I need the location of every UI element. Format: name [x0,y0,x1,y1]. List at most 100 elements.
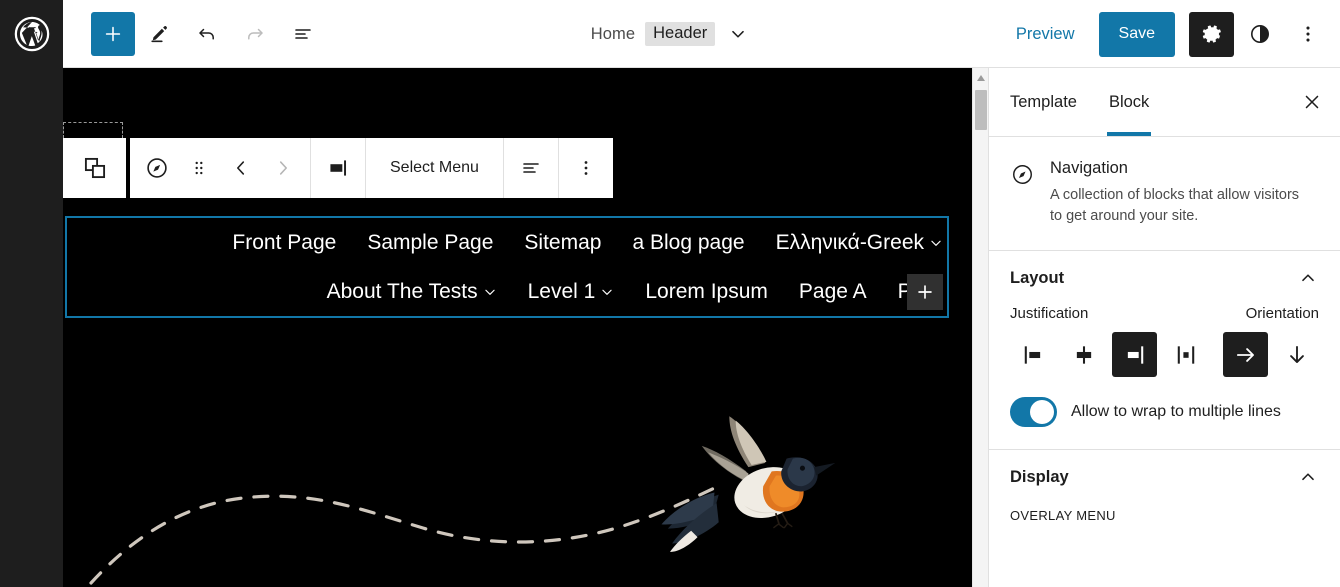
empty-block-placeholder [63,122,123,138]
save-button[interactable]: Save [1098,11,1175,57]
header-left-toolbar [63,10,327,58]
list-view-icon [295,28,311,39]
wrap-toggle-row: Allow to wrap to multiple lines [1010,397,1319,428]
justify-items-button[interactable] [510,138,552,198]
nav-item[interactable]: a Blog page [632,231,744,255]
contrast-half-circle-icon [1251,25,1269,43]
chevron-down-icon[interactable] [727,23,749,45]
arrow-down-icon [1289,345,1304,363]
nav-item-label: About The Tests [326,279,478,303]
justify-right-button[interactable] [1112,332,1157,378]
nav-item[interactable]: About The Tests [327,280,497,304]
toggle-knob [1030,400,1054,425]
justify-right-icon [1127,345,1143,364]
justify-space-between-button[interactable] [1163,332,1208,377]
block-toolbar-group-justify [504,138,559,198]
select-parent-block-button[interactable] [63,138,126,198]
navigation-compass-icon [1010,162,1035,226]
breadcrumb[interactable]: Home Header [591,22,750,46]
tab-template[interactable]: Template [989,68,1093,136]
move-left-button[interactable] [220,138,262,198]
nav-item-label: Page A [798,279,867,303]
justify-center-button[interactable] [1061,332,1106,377]
nav-item[interactable]: Level 1 [528,280,615,304]
plus-icon [918,285,932,299]
layout-panel-header[interactable]: Layout [1010,251,1319,305]
scroll-up-arrow-icon[interactable] [973,72,989,84]
orientation-vertical-button[interactable] [1274,332,1319,377]
navigation-row-2: About The Tests Level 1 Lorem Ipsum Page… [67,267,947,316]
orientation-button-group [1223,332,1319,378]
redo-icon [248,28,263,39]
nav-item[interactable]: Ελληνικά-Greek [776,231,943,255]
edit-mode-button[interactable] [135,10,183,58]
list-view-button[interactable] [279,10,327,58]
close-x-icon [1305,95,1319,109]
nav-item[interactable]: Page A [799,280,867,304]
chevron-down-icon [600,285,614,299]
tab-block[interactable]: Block [1093,68,1165,136]
justification-label: Justification [1010,305,1089,323]
pencil-icon [151,25,167,42]
chevron-right-icon [279,161,287,175]
plus-icon [105,26,121,41]
add-block-button[interactable] [91,11,135,56]
preview-button[interactable]: Preview [1002,17,1089,52]
layout-panel-title: Layout [1010,268,1065,287]
breadcrumb-parent[interactable]: Home [591,25,635,44]
navigation-compass-icon [147,158,167,178]
navigation-block[interactable]: Front Page Sample Page Sitemap a Blog pa… [65,216,949,318]
justify-items-icon [523,163,539,173]
nav-item[interactable]: Front Page [232,231,336,255]
canvas-scrollbar[interactable] [972,68,988,587]
undo-button[interactable] [183,10,231,58]
align-button[interactable] [317,138,359,198]
nav-item-label: Lorem Ipsum [645,279,768,303]
nav-item-label: Sample Page [367,230,494,254]
block-toolbar-group-menu: Select Menu [366,138,504,198]
nav-item-label: Level 1 [527,279,596,303]
settings-button[interactable] [1189,11,1234,57]
nav-item[interactable]: Sample Page [367,231,493,255]
layout-control-row [1010,332,1319,378]
more-options-button[interactable] [1286,12,1330,56]
styles-button[interactable] [1238,12,1282,56]
redo-button[interactable] [231,10,279,58]
editor-header-bar: Home Header Preview Save [0,0,1340,68]
wordpress-logo-icon [13,15,51,53]
justify-left-button[interactable] [1010,332,1055,377]
breadcrumb-current: Header [645,22,716,46]
block-toolbar-group-block [130,138,311,198]
justify-center-icon [1076,345,1091,364]
chevron-up-icon[interactable] [1297,466,1319,488]
block-options-button[interactable] [565,138,607,198]
add-nav-item-button[interactable] [907,274,943,310]
flying-bird-illustration [63,398,972,587]
layout-control-labels: Justification Orientation [1010,305,1319,322]
block-toolbar-group-align [311,138,366,198]
drag-handle-button[interactable] [178,138,220,198]
header-right-toolbar: Preview Save [1002,0,1330,68]
nav-item[interactable]: Sitemap [524,231,601,255]
select-menu-button[interactable]: Select Menu [372,138,497,198]
editor-canvas[interactable]: Select Menu Front Page Sample Page Sitem… [63,68,972,587]
nav-item[interactable]: Lorem Ipsum [645,280,768,304]
allow-wrap-label: Allow to wrap to multiple lines [1071,403,1281,421]
wordpress-logo-button[interactable] [0,0,63,68]
orientation-label: Orientation [1245,305,1319,323]
display-panel-header[interactable]: Display [1010,450,1319,504]
block-type-button[interactable] [136,138,178,198]
canvas-scroll-thumb[interactable] [975,90,987,130]
drag-handle-dots-icon [195,161,203,175]
arrow-right-icon [1236,347,1254,362]
chevron-left-icon [237,161,245,175]
block-toolbar-group-options [559,138,613,198]
nav-item-label: Sitemap [524,230,602,254]
move-right-button[interactable] [262,138,304,198]
close-sidebar-button[interactable] [1292,82,1332,122]
orientation-horizontal-button[interactable] [1223,332,1268,378]
allow-wrap-toggle[interactable] [1010,397,1057,428]
chevron-up-icon[interactable] [1297,267,1319,289]
gear-icon [1202,25,1221,43]
nav-item-label: a Blog page [632,230,745,254]
